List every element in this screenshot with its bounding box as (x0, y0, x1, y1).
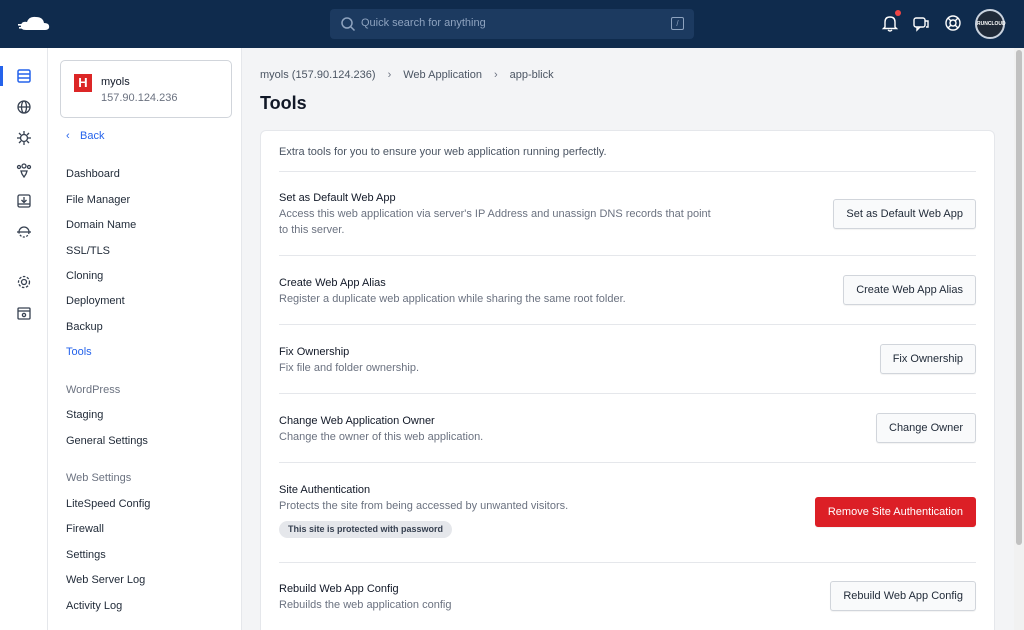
rail-active-indicator (0, 66, 3, 86)
tool-title-fix-ownership: Fix Ownership (279, 346, 350, 358)
search-bar[interactable]: Quick search for anything / (330, 9, 694, 39)
main-content: myols (157.90.124.236) › Web Application › a… (242, 48, 1014, 630)
tool-desc-rebuild-config: Rebuilds the web application config (279, 599, 452, 611)
notification-dot (895, 10, 901, 16)
sidebar-item-settings[interactable]: Settings (66, 549, 106, 561)
breadcrumb-web-application[interactable]: Web Application (403, 69, 482, 81)
bug-icon[interactable] (16, 130, 32, 146)
sidebar-item-litespeed-config[interactable]: LiteSpeed Config (66, 498, 150, 510)
download-box-icon[interactable] (16, 193, 32, 209)
chevron-right-icon: › (387, 69, 392, 81)
sidebar-item-file-manager[interactable]: File Manager (66, 194, 130, 206)
server-logo-icon: H (74, 74, 92, 92)
tool-title-rebuild-config: Rebuild Web App Config (279, 583, 399, 595)
back-link[interactable]: ‹ Back (66, 130, 104, 142)
help-icon[interactable] (943, 13, 963, 33)
archive-icon[interactable] (16, 305, 32, 321)
cloud-logo-icon[interactable] (18, 12, 52, 36)
tool-title-web-app-alias: Create Web App Alias (279, 277, 386, 289)
sidebar-item-staging[interactable]: Staging (66, 409, 103, 421)
settings-gear-icon[interactable] (16, 274, 32, 290)
set-default-web-app-button[interactable]: Set as Default Web App (833, 199, 976, 229)
globe-icon[interactable] (16, 99, 32, 115)
fix-ownership-button[interactable]: Fix Ownership (879, 344, 976, 374)
tool-desc-site-authentication: Protects the site from being accessed by… (279, 500, 569, 512)
sidebar-item-cloning[interactable]: Cloning (66, 270, 103, 282)
chevron-left-icon: ‹ (66, 130, 70, 142)
back-label: Back (80, 130, 105, 142)
card-intro: Extra tools for you to ensure your web a… (279, 146, 607, 158)
chat-icon[interactable] (911, 13, 931, 33)
server-ip: 157.90.124.236 (101, 92, 178, 104)
sidebar-item-dashboard[interactable]: Dashboard (66, 168, 120, 180)
divider (279, 171, 976, 172)
rebuild-web-app-config-button[interactable]: Rebuild Web App Config (830, 581, 976, 611)
remove-site-authentication-button[interactable]: Remove Site Authentication (814, 497, 976, 527)
server-name: myols (101, 76, 130, 88)
divider (279, 255, 976, 256)
bell-icon[interactable] (880, 13, 900, 33)
breadcrumb: myols (157.90.124.236) › Web Application › a… (260, 69, 554, 81)
page-title: Tools (260, 93, 307, 113)
tool-desc-web-app-alias: Register a duplicate web application whi… (279, 293, 626, 305)
tool-title-change-owner: Change Web Application Owner (279, 415, 435, 427)
divider (279, 393, 976, 394)
tool-title-site-authentication: Site Authentication (279, 484, 371, 496)
section-header-wordpress: WordPress (66, 384, 121, 396)
sidebar-item-tools[interactable]: Tools (66, 346, 92, 358)
sidebar-item-activity-log[interactable]: Activity Log (66, 600, 122, 612)
sidebar-item-ssl-tls[interactable]: SSL/TLS (66, 245, 110, 257)
divider (279, 324, 976, 325)
breadcrumb-server[interactable]: myols (157.90.124.236) (260, 69, 376, 81)
tool-desc-change-owner: Change the owner of this web application… (279, 431, 484, 443)
section-header-web-settings: Web Settings (66, 472, 132, 484)
sidebar-item-firewall[interactable]: Firewall (66, 523, 104, 535)
user-avatar[interactable]: RUNCLOUD (975, 9, 1006, 39)
chevron-right-icon: › (493, 69, 498, 81)
tool-desc-fix-ownership: Fix file and folder ownership. (279, 362, 420, 374)
tools-card: Extra tools for you to ensure your web a… (260, 130, 995, 630)
create-web-app-alias-button[interactable]: Create Web App Alias (843, 275, 976, 305)
sidebar-item-general-settings[interactable]: General Settings (66, 435, 148, 447)
scrollbar-thumb[interactable] (1016, 50, 1022, 545)
sidebar-item-backup[interactable]: Backup (66, 321, 103, 333)
breadcrumb-app: app-blick (509, 69, 554, 81)
search-shortcut-hint: / (671, 17, 684, 30)
server-card[interactable]: H myols 157.90.124.236 (60, 60, 232, 118)
cloud-sync-icon[interactable] (16, 224, 32, 240)
divider (279, 462, 976, 463)
server-icon[interactable] (16, 68, 32, 84)
change-owner-button[interactable]: Change Owner (876, 413, 976, 443)
hierarchy-icon[interactable] (16, 162, 32, 178)
password-protected-badge: This site is protected with password (279, 521, 453, 538)
top-bar: Quick search for anything / RUNCLOUD (0, 0, 1024, 48)
sidebar-item-domain-name[interactable]: Domain Name (66, 219, 136, 231)
page-scrollbar[interactable] (1014, 48, 1024, 630)
search-icon (341, 17, 356, 32)
tool-title-default-web-app: Set as Default Web App (279, 192, 396, 204)
divider (279, 562, 976, 563)
sidebar-item-deployment[interactable]: Deployment (66, 295, 125, 307)
sidebar-item-web-server-log[interactable]: Web Server Log (66, 574, 145, 586)
icon-rail (0, 48, 48, 630)
tool-desc-default-web-app: Access this web application via server's… (279, 208, 711, 236)
sidebar: H myols 157.90.124.236 ‹ Back Dashboard F… (48, 48, 242, 630)
search-placeholder: Quick search for anything (361, 17, 486, 29)
